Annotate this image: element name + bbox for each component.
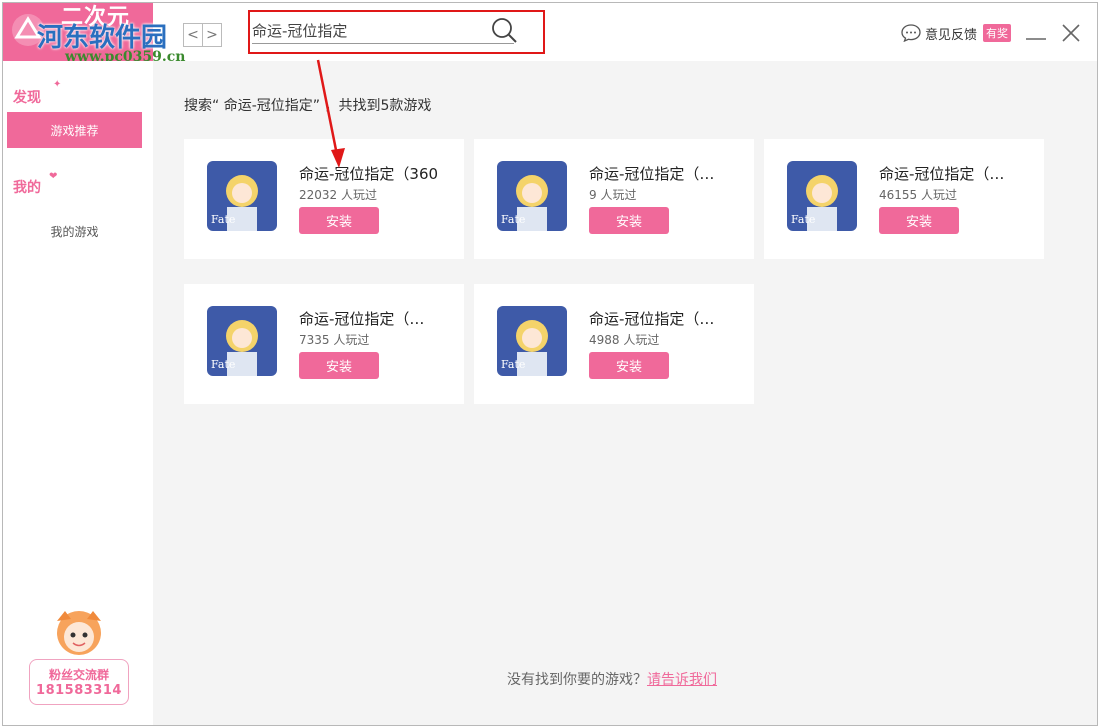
app-window: 二次元 河东软件园 www.pc0359.cn < > 意见反馈 有奖 bbox=[2, 2, 1098, 726]
feedback-label: 意见反馈 bbox=[925, 27, 978, 43]
svg-text:Fate: Fate bbox=[211, 358, 235, 371]
install-button[interactable]: 安装 bbox=[589, 207, 669, 234]
svg-text:Fate: Fate bbox=[501, 213, 525, 226]
fate-cover-icon: Fate bbox=[787, 161, 857, 231]
tell-us-link[interactable]: 请告诉我们 bbox=[647, 672, 717, 688]
game-title[interactable]: 命运-冠位指定（… bbox=[299, 308, 441, 329]
sparkle-icon: ✦ bbox=[53, 79, 62, 90]
install-button[interactable]: 安装 bbox=[299, 352, 379, 379]
play-count: 4988 人玩过 bbox=[589, 333, 660, 347]
game-card[interactable]: Fate 命运-冠位指定（… 4988 人玩过 安装 bbox=[474, 284, 754, 404]
feedback-icon bbox=[901, 24, 921, 42]
top-bar: 二次元 河东软件园 www.pc0359.cn < > 意见反馈 有奖 bbox=[3, 3, 1097, 65]
game-title[interactable]: 命运-冠位指定（… bbox=[879, 163, 1021, 184]
game-card[interactable]: Fate 命运-冠位指定（… 7335 人玩过 安装 bbox=[184, 284, 464, 404]
reward-badge: 有奖 bbox=[983, 24, 1012, 42]
game-card[interactable]: Fate 命运-冠位指定（… 9 人玩过 安装 bbox=[474, 139, 754, 259]
sidebar: 发现 ✦ 游戏推荐 我的 ❤ 我的游戏 粉丝交流群 181583314 bbox=[3, 61, 153, 725]
game-thumbnail[interactable]: Fate bbox=[497, 306, 567, 376]
not-found-note: 没有找到你要的游戏？请告诉我们 bbox=[507, 669, 717, 689]
fate-cover-icon: Fate bbox=[207, 306, 277, 376]
svg-text:Fate: Fate bbox=[791, 213, 815, 226]
section-mine: 我的 bbox=[13, 180, 41, 196]
fan-group-badge[interactable]: 粉丝交流群 181583314 bbox=[29, 659, 129, 705]
fan-group-title: 粉丝交流群 bbox=[48, 668, 109, 682]
back-icon: < bbox=[187, 27, 199, 43]
heart-icon: ❤ bbox=[49, 171, 58, 182]
game-title[interactable]: 命运-冠位指定（… bbox=[589, 308, 731, 329]
feedback-button[interactable]: 意见反馈 有奖 bbox=[901, 23, 1012, 43]
game-thumbnail[interactable]: Fate bbox=[207, 306, 277, 376]
close-icon[interactable] bbox=[1061, 23, 1081, 43]
main-content: 搜索“ 命运-冠位指定” ，共找到5款游戏 Fate 命运-冠位指定（360 2… bbox=[153, 61, 1097, 725]
sidebar-item-game-recommend[interactable]: 游戏推荐 bbox=[7, 112, 142, 148]
game-card[interactable]: Fate 命运-冠位指定（… 46155 人玩过 安装 bbox=[764, 139, 1044, 259]
forward-button[interactable]: > bbox=[202, 23, 222, 47]
game-thumbnail[interactable]: Fate bbox=[497, 161, 567, 231]
game-title[interactable]: 命运-冠位指定（360 bbox=[299, 163, 441, 184]
install-button[interactable]: 安装 bbox=[299, 207, 379, 234]
game-card[interactable]: Fate 命运-冠位指定（360 22032 人玩过 安装 bbox=[184, 139, 464, 259]
play-count: 9 人玩过 bbox=[589, 188, 637, 202]
fate-cover-icon: Fate bbox=[497, 306, 567, 376]
forward-icon: > bbox=[206, 27, 218, 43]
not-found-text: 没有找到你要的游戏？ bbox=[507, 672, 647, 688]
svg-text:Fate: Fate bbox=[501, 358, 525, 371]
play-count: 7335 人玩过 bbox=[299, 333, 370, 347]
section-discover: 发现 bbox=[13, 90, 41, 106]
game-thumbnail[interactable]: Fate bbox=[207, 161, 277, 231]
play-count: 46155 人玩过 bbox=[879, 188, 957, 202]
result-summary: 搜索“ 命运-冠位指定” ，共找到5款游戏 bbox=[184, 98, 432, 114]
play-count: 22032 人玩过 bbox=[299, 188, 377, 202]
fate-cover-icon: Fate bbox=[207, 161, 277, 231]
sidebar-item-my-games[interactable]: 我的游戏 bbox=[7, 213, 142, 249]
install-button[interactable]: 安装 bbox=[589, 352, 669, 379]
minimize-icon[interactable] bbox=[1025, 23, 1047, 43]
search-box bbox=[248, 10, 545, 54]
search-icon[interactable] bbox=[490, 16, 518, 44]
install-button[interactable]: 安装 bbox=[879, 207, 959, 234]
search-input[interactable] bbox=[252, 17, 514, 44]
game-thumbnail[interactable]: Fate bbox=[787, 161, 857, 231]
back-button[interactable]: < bbox=[183, 23, 203, 47]
fan-group-number: 181583314 bbox=[36, 683, 122, 698]
svg-text:Fate: Fate bbox=[211, 213, 235, 226]
game-title[interactable]: 命运-冠位指定（… bbox=[589, 163, 731, 184]
fate-cover-icon: Fate bbox=[497, 161, 567, 231]
